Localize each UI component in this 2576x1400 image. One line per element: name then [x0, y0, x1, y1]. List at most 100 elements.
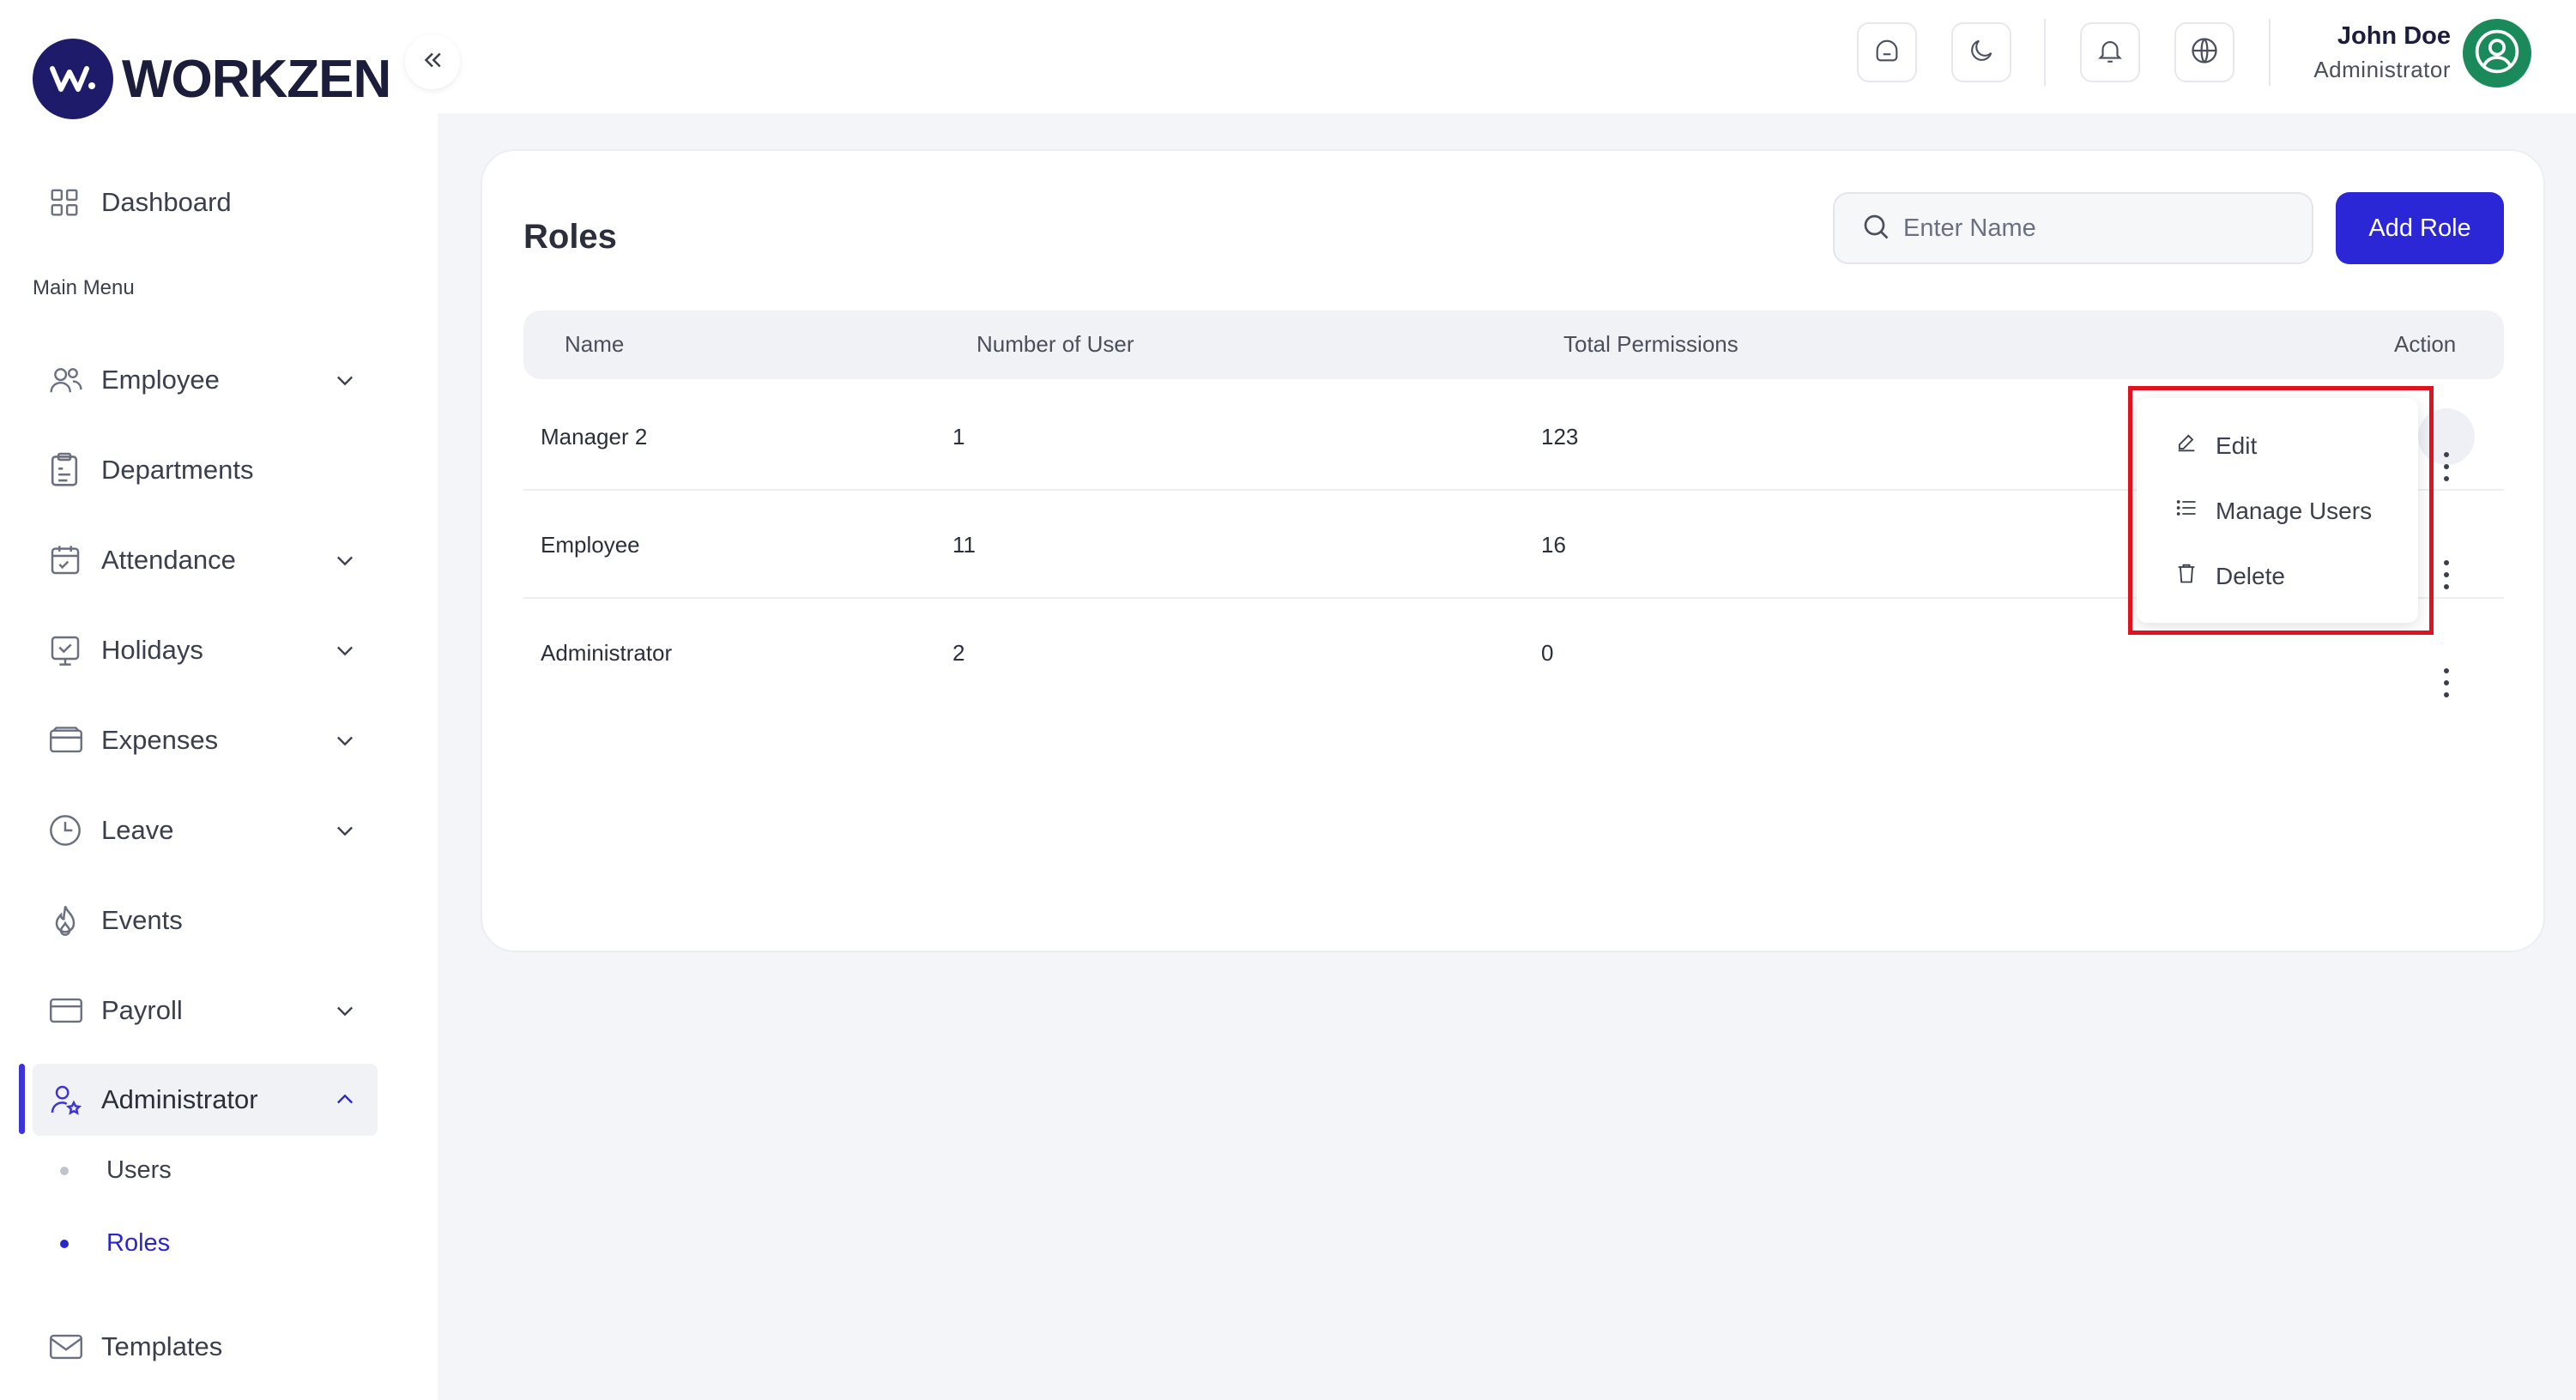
logo-text: WORKZEN	[122, 49, 391, 109]
card-icon	[33, 995, 101, 1026]
avatar[interactable]	[2463, 19, 2531, 88]
chat-bubble-icon	[1872, 36, 1902, 69]
list-icon	[2174, 496, 2216, 526]
clock-icon	[33, 813, 101, 848]
language-button[interactable]	[2174, 22, 2234, 82]
cell-permissions: 0	[1541, 640, 1554, 666]
bell-icon	[2095, 36, 2125, 69]
menu-item-edit[interactable]: Edit	[2174, 431, 2257, 461]
row-actions-button[interactable]	[2418, 516, 2475, 589]
kebab-icon	[2442, 558, 2451, 598]
header-divider	[2269, 19, 2271, 86]
sidebar-item-label: Expenses	[101, 725, 219, 755]
trash-icon	[2174, 561, 2216, 591]
collapse-sidebar-button[interactable]	[405, 34, 460, 89]
sidebar-item-label: Administrator	[101, 1084, 258, 1114]
sidebar-item-payroll[interactable]: Payroll	[33, 975, 378, 1047]
table-header: Name Number of User Total Permissions Ac…	[523, 311, 2504, 379]
logo[interactable]: WORKZEN	[33, 38, 391, 120]
cell-permissions: 16	[1541, 532, 1566, 558]
cell-name: Administrator	[541, 640, 673, 666]
sidebar-item-administrator[interactable]: Administrator	[33, 1064, 378, 1136]
globe-icon	[2189, 35, 2220, 70]
chevron-up-icon	[333, 1088, 357, 1119]
search-icon	[1860, 211, 1891, 246]
add-role-button[interactable]: Add Role	[2336, 192, 2504, 264]
column-header-name: Name	[565, 331, 625, 357]
search-input[interactable]	[1903, 214, 2281, 243]
header-divider	[2044, 19, 2046, 86]
cell-name: Employee	[541, 532, 640, 558]
chevron-down-icon	[333, 728, 357, 759]
sidebar-item-label: Employee	[101, 365, 220, 395]
notifications-button[interactable]	[2080, 22, 2140, 82]
cell-users: 11	[952, 532, 976, 558]
cell-users: 1	[952, 424, 965, 450]
sidebar-item-holidays[interactable]: Holidays	[33, 614, 378, 686]
user-name[interactable]: John Doe	[2337, 22, 2451, 51]
moon-icon	[1967, 36, 1996, 69]
user-role: Administrator	[2313, 57, 2451, 82]
pencil-icon	[2174, 431, 2216, 461]
menu-item-delete[interactable]: Delete	[2174, 561, 2285, 591]
calendar-icon	[33, 543, 101, 577]
sidebar-item-label: Attendance	[101, 545, 236, 575]
cell-name: Manager 2	[541, 424, 648, 450]
flame-icon	[33, 903, 101, 938]
users-icon	[33, 364, 101, 396]
chevron-down-icon	[333, 999, 357, 1029]
chevrons-left-icon	[420, 47, 445, 77]
sidebar-item-expenses[interactable]: Expenses	[33, 704, 378, 776]
search-box[interactable]	[1833, 192, 2313, 264]
clipboard-icon	[33, 452, 101, 488]
wallet-icon	[33, 724, 101, 757]
sidebar: WORKZEN Dashboard Main Menu Employee Dep…	[0, 0, 438, 1400]
bullet-icon	[60, 1166, 69, 1175]
cell-users: 2	[952, 640, 965, 666]
chevron-down-icon	[333, 368, 357, 399]
sidebar-item-label: Departments	[101, 455, 254, 485]
menu-item-manage-users[interactable]: Manage Users	[2174, 496, 2372, 526]
sidebar-item-dashboard[interactable]: Dashboard	[33, 166, 378, 238]
logo-mark-icon	[33, 39, 113, 119]
sidebar-subitem-users[interactable]: Users	[60, 1156, 172, 1185]
kebab-icon	[2442, 450, 2451, 490]
sidebar-item-attendance[interactable]: Attendance	[33, 524, 378, 596]
menu-item-label: Edit	[2216, 431, 2258, 459]
dark-mode-toggle[interactable]	[1951, 22, 2011, 82]
row-actions-menu: Edit Manage Users Delete	[2137, 398, 2418, 623]
sidebar-item-departments[interactable]: Departments	[33, 434, 378, 506]
mail-icon	[33, 1332, 101, 1361]
sidebar-item-label: Events	[101, 905, 183, 935]
monitor-check-icon	[33, 633, 101, 667]
chat-button[interactable]	[1857, 22, 1917, 82]
sidebar-item-label: Payroll	[101, 995, 183, 1025]
page-title: Roles	[523, 218, 617, 256]
column-header-users: Number of User	[977, 331, 1134, 357]
chevron-down-icon	[333, 818, 357, 849]
user-star-icon	[33, 1082, 101, 1118]
cell-permissions: 123	[1541, 424, 1579, 450]
column-header-action: Action	[2394, 331, 2457, 357]
chevron-down-icon	[333, 638, 357, 669]
column-header-permissions: Total Permissions	[1563, 331, 1738, 357]
sidebar-item-label: Templates	[101, 1331, 223, 1361]
section-label: Main Menu	[33, 276, 135, 299]
grid-icon	[33, 186, 101, 219]
bullet-icon	[60, 1239, 69, 1248]
sidebar-subitem-label: Roles	[106, 1229, 171, 1257]
top-header: John Doe Administrator	[438, 0, 2576, 113]
sidebar-item-label: Holidays	[101, 635, 203, 665]
sidebar-item-templates[interactable]: Templates	[33, 1311, 378, 1383]
row-actions-button[interactable]	[2418, 408, 2475, 481]
menu-item-label: Manage Users	[2216, 497, 2373, 524]
sidebar-item-employee[interactable]: Employee	[33, 344, 378, 416]
sidebar-item-label: Dashboard	[101, 187, 232, 217]
sidebar-item-events[interactable]: Events	[33, 884, 378, 956]
sidebar-subitem-label: Users	[106, 1156, 172, 1184]
row-actions-button[interactable]	[2418, 625, 2475, 697]
chevron-down-icon	[333, 548, 357, 579]
sidebar-item-label: Leave	[101, 815, 174, 845]
sidebar-item-leave[interactable]: Leave	[33, 794, 378, 866]
sidebar-subitem-roles[interactable]: Roles	[60, 1229, 170, 1258]
